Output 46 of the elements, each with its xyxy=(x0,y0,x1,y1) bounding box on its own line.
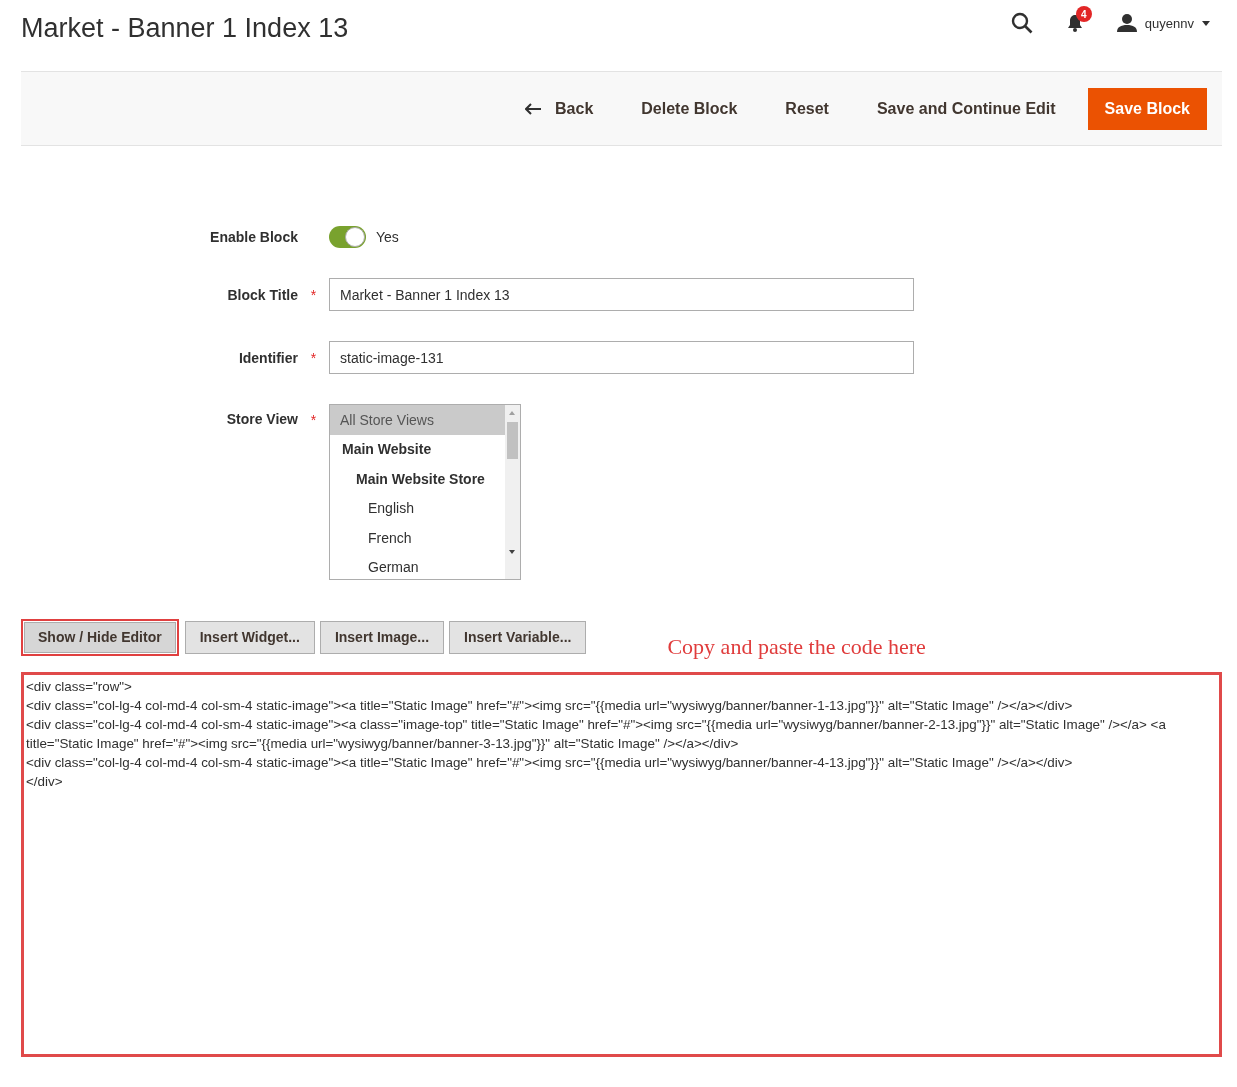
text-field[interactable]: Market - Banner 1 Index 13 xyxy=(329,278,914,311)
field-label: Identifier xyxy=(237,349,298,366)
code-line: </div> xyxy=(26,773,64,791)
field-label: Block Title xyxy=(226,286,298,303)
list-option[interactable]: All Store Views xyxy=(330,405,505,435)
page-title: Market - Banner 1 Index 13 xyxy=(21,12,349,44)
text-field[interactable]: static-image-131 xyxy=(329,341,914,374)
code-field[interactable] xyxy=(21,672,1222,1057)
action-button[interactable]: Reset xyxy=(763,87,851,130)
scroll-up-icon[interactable] xyxy=(509,411,515,415)
list-option[interactable]: French xyxy=(330,523,505,553)
scrollbar[interactable] xyxy=(505,405,520,579)
field-label: Store View xyxy=(225,411,298,427)
back-button[interactable]: Back xyxy=(503,87,616,130)
user-icon xyxy=(1116,14,1137,32)
code-line: <div class="col-lg-4 col-md-4 col-sm-4 static-image"><a class="image-top" title="Static Image" href="#"><img src="{{media url="wysiwyg/banner/banner-2-13.jpg"}}" alt="Static Image" /></a> <a title="Static Image" href="#"><img src="{{media url="wysiwyg/banner/banner-3-13.jpg"}}" alt="Static Image" /></a></div> xyxy=(26,716,1167,753)
store-view-list[interactable]: All Store Views Main Website Main Website Store English French German xyxy=(329,404,521,580)
bell-icon[interactable] xyxy=(1066,14,1083,32)
code-line: <div class="col-lg-4 col-md-4 col-sm-4 static-image"><a title="Static Image" href="#"><img src="{{media url="wysiwyg/banner/banner-4-13.jpg"}}" alt="Static Image" /></a></div> xyxy=(26,754,1074,772)
scroll-down-icon[interactable] xyxy=(509,550,515,554)
notification-badge: 4 xyxy=(1075,6,1092,22)
field-label: Enable Block xyxy=(209,229,298,245)
required-mark: * xyxy=(310,412,317,428)
list-option[interactable]: Main Website xyxy=(330,434,505,464)
annotation-text: Copy and paste the code here xyxy=(667,634,926,660)
code-line: <div class="row"> xyxy=(26,678,133,696)
editor-button[interactable]: Insert Variable... xyxy=(449,620,587,654)
list-option[interactable]: German xyxy=(330,552,505,579)
editor-button[interactable]: Show / Hide Editor xyxy=(21,618,179,656)
list-option[interactable]: English xyxy=(330,493,505,523)
required-mark: * xyxy=(310,286,317,303)
save-button[interactable]: Save Block xyxy=(1087,87,1207,130)
scrollbar-thumb[interactable] xyxy=(507,422,518,459)
search-icon[interactable] xyxy=(1010,12,1033,34)
action-button[interactable]: Save and Continue Edit xyxy=(854,87,1078,130)
code-line: <div class="col-lg-4 col-md-4 col-sm-4 static-image"><a title="Static Image" href="#"><img src="{{media url="wysiwyg/banner/banner-1-13.jpg"}}" alt="Static Image" /></a></div> xyxy=(26,697,1074,715)
caret-icon xyxy=(1202,20,1210,26)
toggle-label: Yes xyxy=(376,229,399,245)
required-mark: * xyxy=(310,349,317,366)
list-option[interactable]: Main Website Store xyxy=(330,464,505,494)
user-menu[interactable]: quyennv xyxy=(1116,14,1210,32)
editor-button[interactable]: Insert Image... xyxy=(319,620,445,654)
editor-button[interactable]: Insert Widget... xyxy=(184,620,315,654)
action-button[interactable]: Delete Block xyxy=(619,87,760,130)
toggle-switch[interactable] xyxy=(329,226,366,248)
arrow-left-icon xyxy=(525,102,542,115)
